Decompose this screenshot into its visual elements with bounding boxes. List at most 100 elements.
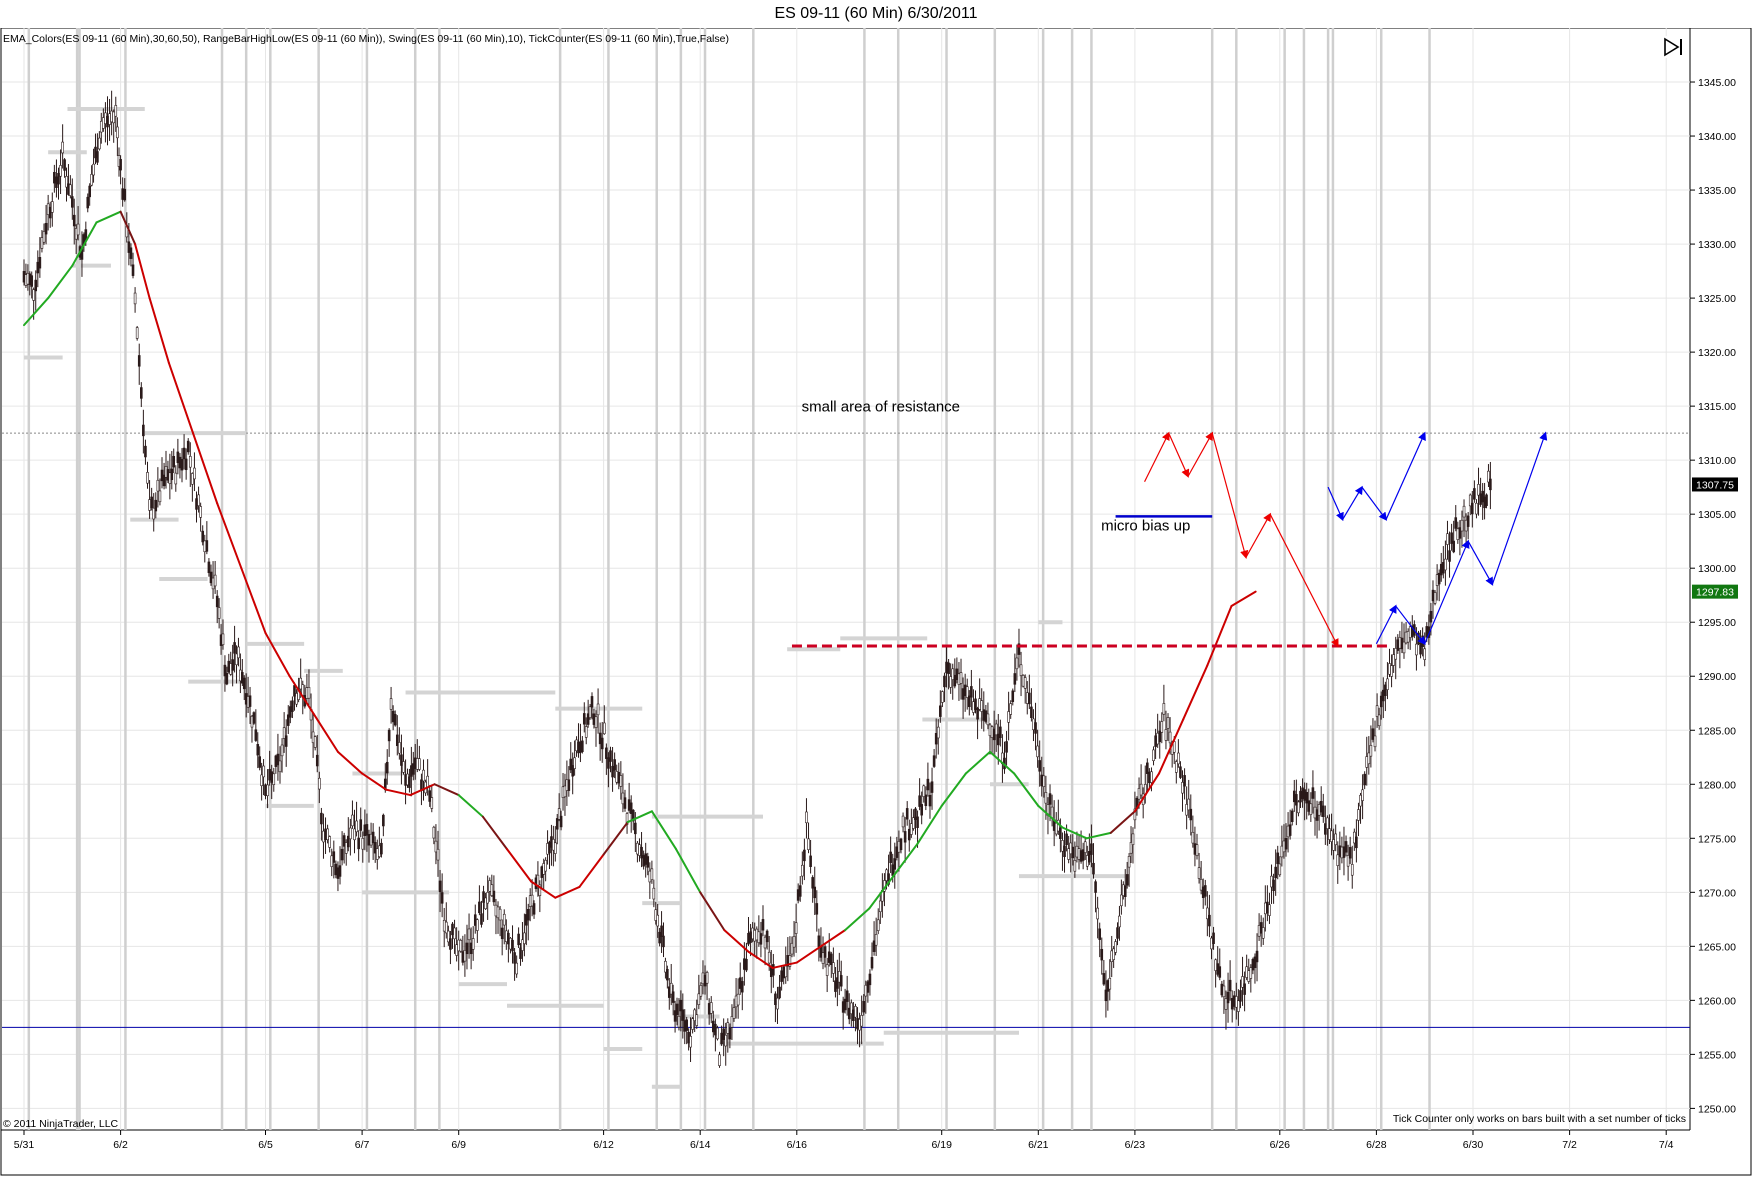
price-bar-body [703, 974, 707, 987]
price-bar-body [480, 913, 483, 925]
price-bar-body [922, 785, 926, 797]
price-chart[interactable]: small area of resistance micro bias up 12… [0, 27, 1752, 1177]
price-bar-body [559, 815, 563, 828]
price-bar-body [1448, 550, 1451, 562]
price-bar-body [1367, 752, 1371, 765]
price-bar-body [916, 816, 919, 828]
price-bar-body [736, 993, 740, 1006]
price-bar-body [1038, 760, 1041, 772]
scroll-to-end-icon[interactable] [1662, 36, 1686, 58]
price-bar-body [751, 927, 754, 940]
price-bar-body [449, 938, 452, 950]
price-bar-body [266, 784, 269, 797]
price-bar-body [660, 925, 663, 937]
price-bar-body [689, 1035, 692, 1048]
price-bar-body [1212, 932, 1215, 944]
price-bar-body [617, 771, 621, 784]
price-bar-body [1423, 648, 1426, 660]
price-bar-body [1332, 839, 1335, 851]
price-bar-body [1061, 840, 1064, 852]
price-bar-body [701, 972, 705, 985]
price-bar-body [231, 659, 234, 671]
price-bar-body [1334, 833, 1337, 846]
red-projection-path-segment [1187, 431, 1213, 477]
price-bar-body [699, 985, 703, 997]
price-bar-body [1284, 838, 1288, 850]
y-tick-label: 1295.00 [1698, 617, 1736, 629]
price-bar-body [1338, 845, 1342, 857]
x-tick-label: 7/4 [1659, 1139, 1674, 1151]
price-bar-body [154, 499, 158, 512]
price-bar-body [573, 757, 576, 769]
price-bar-body [1276, 852, 1280, 864]
price-bar-body [592, 713, 596, 725]
chart-panel[interactable]: small area of resistance micro bias up 12… [0, 27, 1752, 1177]
price-bar-body [1131, 833, 1135, 845]
blue-projection-lower-segment [1491, 431, 1548, 585]
price-bar-body [567, 779, 571, 791]
price-bar-body [1102, 973, 1106, 985]
price-bar-body [90, 174, 93, 186]
price-bar-body [1390, 665, 1393, 677]
price-bar-body [324, 828, 327, 841]
price-bar-body [217, 607, 221, 619]
price-bar-body [582, 713, 586, 725]
price-bar-body [451, 923, 454, 936]
price-bar-body [650, 868, 654, 880]
price-bar-body [1179, 766, 1182, 778]
price-bar-body [142, 424, 145, 437]
price-bar-body [1315, 809, 1319, 821]
price-bar-body [440, 892, 444, 904]
x-tick-label: 5/31 [14, 1139, 35, 1151]
price-bar-body [1185, 804, 1188, 816]
price-bar-body [1191, 831, 1195, 844]
y-tick-label: 1315.00 [1698, 401, 1736, 413]
price-bar-body [790, 942, 794, 955]
price-bar-body [648, 870, 652, 883]
price-bar-body [371, 831, 375, 844]
price-bar-body [242, 677, 246, 690]
price-bar-body [1330, 830, 1333, 842]
price-bar-body [920, 804, 923, 816]
price-bar-body [636, 842, 639, 855]
price-bar-body [1077, 848, 1081, 860]
price-bar-body [1272, 879, 1275, 892]
price-bar-body [679, 999, 683, 1012]
price-bar-body [276, 753, 280, 766]
price-bar-body [1013, 673, 1017, 685]
price-bar-body [152, 507, 156, 520]
price-bar-body [1243, 983, 1246, 995]
resistance-label: small area of resistance [802, 399, 960, 416]
price-bar-body [178, 456, 182, 469]
price-bar-body [976, 708, 979, 720]
price-bar-body [850, 1002, 853, 1015]
price-bar-body [845, 990, 849, 1002]
x-tick-label: 6/16 [787, 1139, 808, 1151]
price-bar-body [1150, 771, 1153, 783]
price-bar-body [378, 845, 381, 857]
price-bar-body [1336, 854, 1340, 866]
price-bar-body [1162, 703, 1166, 715]
price-bar-body [544, 859, 547, 872]
price-bar-body [96, 151, 99, 163]
price-bar-body [1415, 643, 1418, 656]
price-bar-body [728, 1027, 732, 1040]
price-bar-body [1371, 728, 1375, 740]
price-bar-body [1282, 840, 1286, 853]
price-bar-body [282, 727, 286, 739]
price-bar-body [517, 933, 520, 946]
price-bar-body [1139, 783, 1143, 796]
price-bar-body [1446, 533, 1449, 545]
last-price-tag: 1307.75 [1696, 479, 1734, 491]
price-bar-body [471, 938, 475, 950]
price-bar-body [150, 496, 153, 509]
price-bar-body [897, 841, 901, 853]
price-bar-body [695, 1014, 699, 1026]
price-bar-body [254, 729, 258, 741]
price-bar-body [182, 447, 186, 460]
price-bar-body [817, 935, 821, 947]
price-bar-body [221, 633, 225, 646]
price-bar-body [1392, 654, 1395, 666]
ema-segment [134, 243, 151, 300]
price-bar-body [924, 794, 928, 807]
